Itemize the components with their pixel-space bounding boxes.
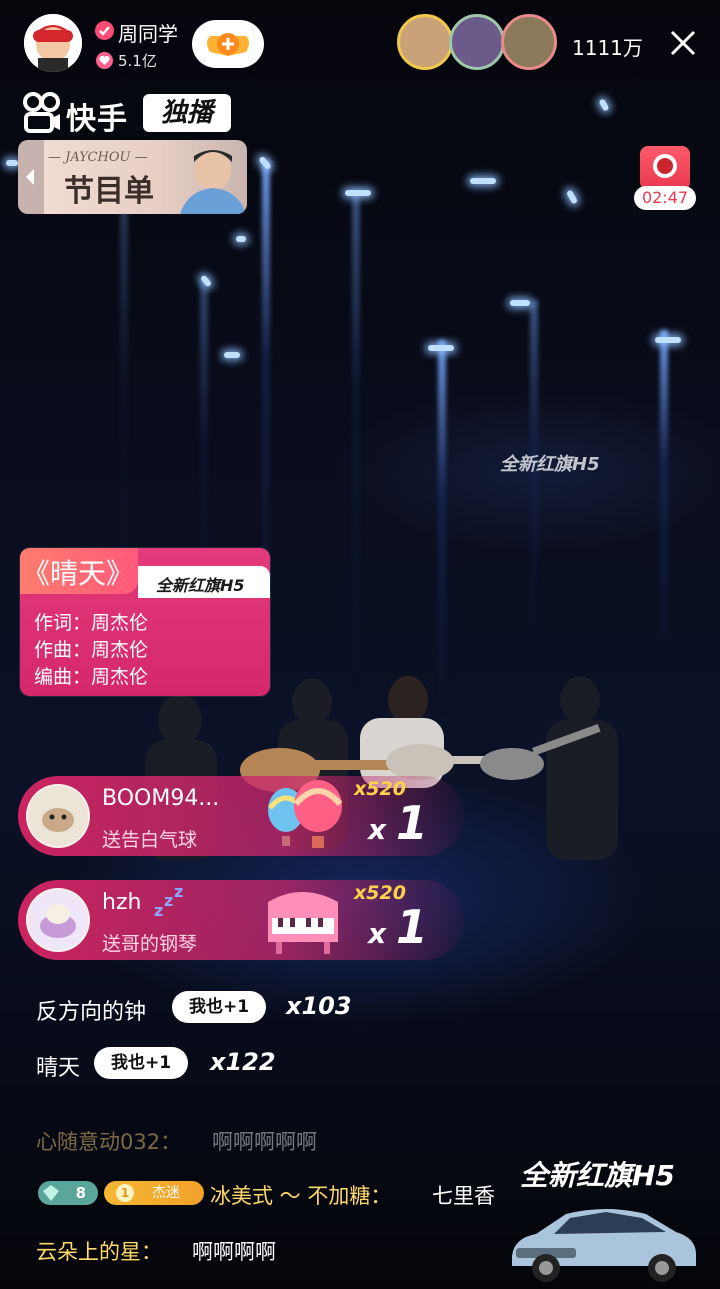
program-subtitle: — JAYCHOU — xyxy=(48,150,148,165)
follow-button[interactable] xyxy=(192,20,264,68)
song-title: 《晴天》 xyxy=(22,557,135,590)
snore-icon: z z z xyxy=(154,884,183,920)
chat-message: 啊啊啊啊啊 xyxy=(212,1130,317,1154)
fan-badge: 1 杰迷 xyxy=(104,1181,204,1205)
svg-text:z: z xyxy=(164,891,173,910)
gift-user-name[interactable]: hzh xyxy=(102,890,141,915)
host-likes: 5.1亿 xyxy=(118,52,157,70)
gem-icon xyxy=(43,1185,59,1201)
request-song-name: 晴天 xyxy=(36,1056,81,1081)
svg-text:z: z xyxy=(154,901,163,920)
chat-user[interactable]: 心随意动032： xyxy=(36,1126,181,1156)
car-ad-image[interactable] xyxy=(506,1192,700,1284)
stage-ad-text: 全新红旗H5 xyxy=(500,454,600,475)
user-level: 8 xyxy=(75,1184,86,1202)
balloon-icon xyxy=(268,780,343,848)
piano-icon xyxy=(268,892,338,954)
gift-user-avatar[interactable] xyxy=(26,888,90,952)
kuaishou-logo-icon xyxy=(23,92,60,133)
chat-user[interactable]: 冰美式 ～ 不加糖： xyxy=(210,1180,391,1210)
me-too-button[interactable]: 我也+1 xyxy=(94,1047,188,1079)
gift-count-value: 1 xyxy=(395,900,428,954)
gift-count-value: 1 xyxy=(395,796,428,850)
request-count: x122 xyxy=(210,1048,276,1076)
me-too-button[interactable]: 我也+1 xyxy=(172,991,266,1023)
host-name[interactable]: 周同学 xyxy=(118,18,178,47)
gift-count: x 1 xyxy=(368,900,428,954)
request-count: x103 xyxy=(286,992,352,1020)
viewer-avatar[interactable] xyxy=(501,14,557,70)
chat-message: 七里香 xyxy=(432,1184,495,1208)
timer-value[interactable]: 02:47 xyxy=(634,186,696,210)
close-icon[interactable] xyxy=(668,28,698,58)
viewer-count[interactable]: 1111万 xyxy=(572,32,643,61)
request-song-name: 反方向的钟 xyxy=(36,1000,147,1025)
exclusive-badge: 独播 xyxy=(143,94,231,132)
credit-composer: 作曲：周杰伦 xyxy=(34,639,149,661)
gift-action: 送哥的钢琴 xyxy=(102,933,198,955)
svg-text:z: z xyxy=(174,884,183,901)
brand-name: 快手 xyxy=(66,102,128,137)
gift-action: 送告白气球 xyxy=(102,829,198,851)
credit-arranger: 编曲：周杰伦 xyxy=(34,666,149,688)
timer-icon[interactable] xyxy=(640,146,690,190)
host-avatar[interactable] xyxy=(24,14,82,72)
fan-level: 1 xyxy=(116,1184,134,1202)
chat-message: 啊啊啊啊 xyxy=(192,1240,276,1264)
follow-plus-icon xyxy=(207,33,249,56)
chat-user[interactable]: 云朵上的星： xyxy=(36,1236,162,1266)
car-ad-title[interactable]: 全新红旗H5 xyxy=(520,1154,675,1194)
fan-badge-label: 杰迷 xyxy=(152,1185,180,1201)
program-title[interactable]: 节目单 xyxy=(64,166,154,210)
song-ad-text: 全新红旗H5 xyxy=(156,576,245,595)
heart-icon xyxy=(96,52,113,69)
gift-user-avatar[interactable] xyxy=(26,784,90,848)
verified-icon xyxy=(95,21,114,40)
credit-lyrics: 作词：周杰伦 xyxy=(34,612,149,634)
jaychou-photo xyxy=(180,150,246,214)
gift-count: x 1 xyxy=(368,796,428,850)
user-level-badge: 8 xyxy=(38,1181,98,1205)
viewer-avatar[interactable] xyxy=(449,14,505,70)
gift-user-name[interactable]: BOOM94... xyxy=(102,786,219,811)
chevron-left-icon xyxy=(18,140,44,214)
viewer-avatar[interactable] xyxy=(397,14,453,70)
